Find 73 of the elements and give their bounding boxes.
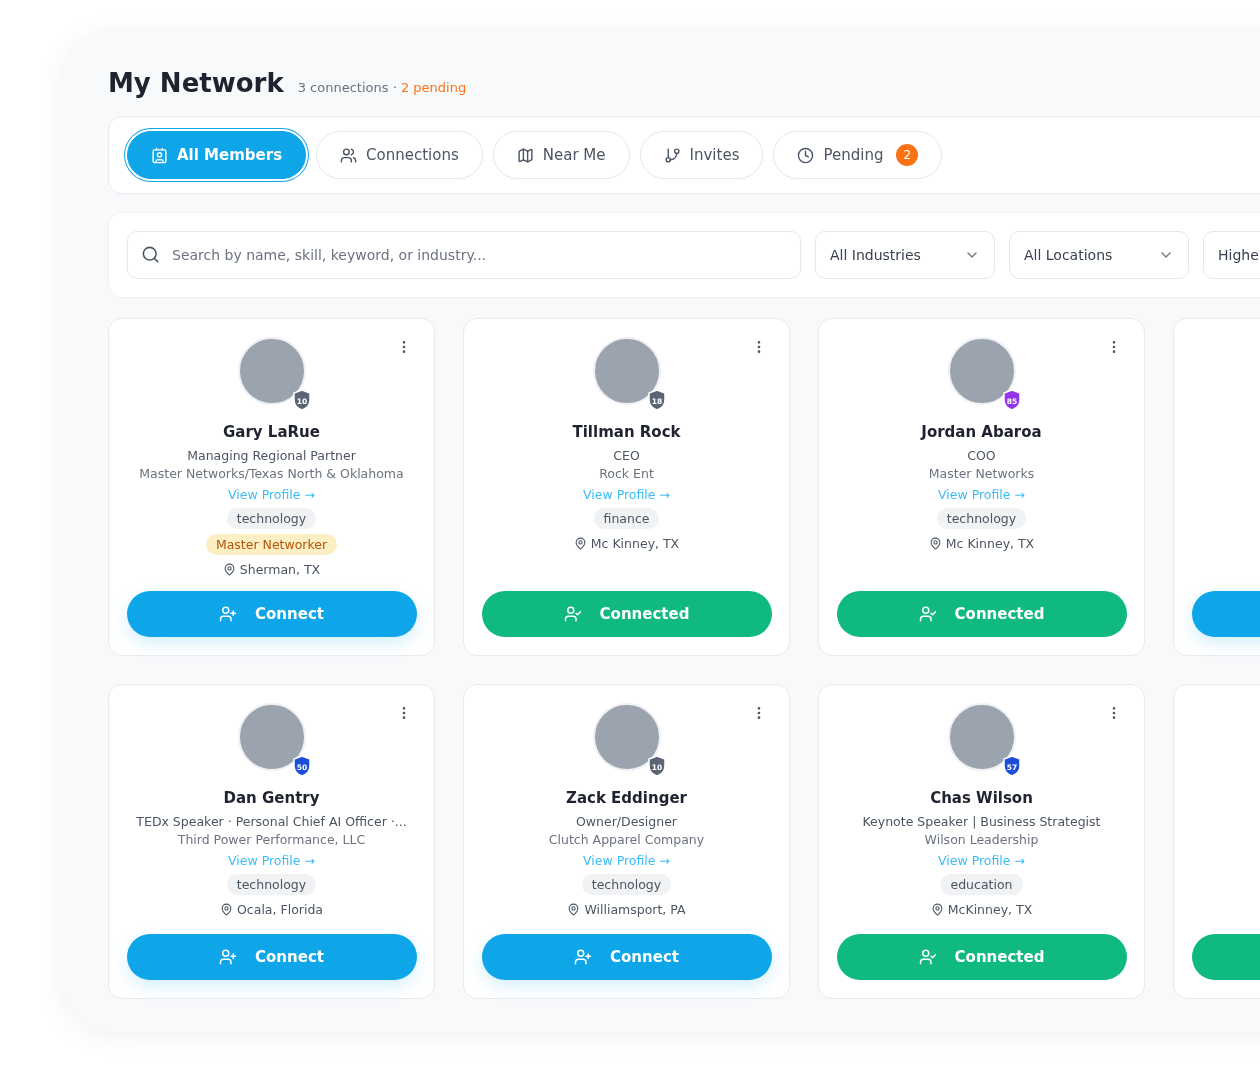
member-location: Mc Kinney, TX xyxy=(590,536,680,551)
member-name: Dan Gentry xyxy=(223,789,320,807)
member-name: Gary LaRue xyxy=(223,423,320,441)
industry-tag: technology xyxy=(581,874,672,895)
industry-tag: technology xyxy=(226,508,317,529)
industry-tag: education xyxy=(940,874,1023,895)
filter-dropdown[interactable]: All Locations xyxy=(1009,231,1189,279)
member-company: Clutch Apparel Company xyxy=(548,831,705,849)
view-profile-link[interactable]: View Profile → xyxy=(228,487,315,502)
achievement-tag: Master Networker xyxy=(205,534,338,555)
view-profile-link[interactable]: View Profile → xyxy=(583,487,670,502)
member-location: Sherman, TX xyxy=(239,562,321,577)
connect-button[interactable]: Connected xyxy=(481,591,772,637)
search-field[interactable]: Search by name, skill, keyword, or industry... xyxy=(127,231,801,279)
member-name: Chas Wilson xyxy=(930,789,1033,807)
view-profile-link[interactable]: View Profile → xyxy=(583,853,670,868)
location-pin-icon xyxy=(567,903,581,916)
user-icon xyxy=(219,948,238,966)
view-profile-link[interactable]: View Profile → xyxy=(938,487,1025,502)
clock-icon xyxy=(797,146,815,164)
member-location: Ocala, Florida xyxy=(237,902,323,917)
user-icon xyxy=(574,948,593,966)
industry-tag: technology xyxy=(226,874,317,895)
member-title: COO xyxy=(967,447,996,465)
filter-tab[interactable]: Near Me xyxy=(492,131,630,179)
member-company: Master Networks xyxy=(928,465,1035,483)
user-icon xyxy=(918,948,937,966)
branch-icon xyxy=(663,146,681,164)
location-pin-icon xyxy=(573,537,587,550)
member-location: Williamsport, PA xyxy=(584,902,686,917)
member-title: Owner/Designer xyxy=(576,813,677,831)
filter-tab[interactable]: Invites xyxy=(639,131,764,179)
member-company: Wilson Leadership xyxy=(924,831,1039,849)
member-name: Zack Eddinger xyxy=(566,789,687,807)
connect-button[interactable]: Connect xyxy=(481,934,772,980)
filter-tab[interactable]: All Members xyxy=(127,131,307,179)
connect-button[interactable]: Connected xyxy=(836,591,1127,637)
location-pin-icon xyxy=(930,903,944,916)
count-badge: 2 xyxy=(896,144,919,166)
network-summary: 3 connections · 2 pending xyxy=(297,80,467,95)
map-icon xyxy=(516,146,534,164)
contact-card-icon xyxy=(151,146,168,164)
filter-dropdown[interactable]: Highe xyxy=(1203,231,1260,279)
user-icon xyxy=(219,605,238,623)
search-icon xyxy=(141,245,160,264)
location-pin-icon xyxy=(220,903,233,916)
member-title: Managing Regional Partner xyxy=(187,447,356,465)
industry-tag: technology xyxy=(936,508,1027,529)
member-name: Tillman Rock xyxy=(572,423,681,441)
connect-button[interactable]: Connect xyxy=(126,591,417,637)
member-name: Jordan Abaroa xyxy=(921,423,1042,441)
view-profile-link[interactable]: View Profile → xyxy=(228,853,315,868)
location-pin-icon xyxy=(928,537,942,550)
member-company: Third Power Performance, LLC xyxy=(177,831,366,849)
view-profile-link[interactable]: View Profile → xyxy=(938,853,1025,868)
member-location: McKinney, TX xyxy=(947,902,1033,917)
location-pin-icon xyxy=(222,563,236,576)
connect-button[interactable]: Connect xyxy=(126,934,417,980)
member-title: TEDx Speaker · Personal Chief AI Officer ·... xyxy=(136,813,407,831)
filter-tab[interactable]: Connections xyxy=(316,131,483,179)
member-title: Keynote Speaker | Business Strategist xyxy=(862,813,1101,831)
page-title: My Network xyxy=(108,68,284,98)
user-icon xyxy=(918,605,937,623)
user-icon xyxy=(563,605,582,623)
industry-tag: finance xyxy=(593,508,660,529)
connect-button[interactable]: Connected xyxy=(836,934,1127,980)
member-location: Mc Kinney, TX xyxy=(945,536,1035,551)
member-company: Rock Ent xyxy=(599,465,654,483)
filter-tab[interactable]: Pending 2 xyxy=(773,131,943,179)
member-title: CEO xyxy=(613,447,640,465)
member-company: Master Networks/Texas North & Oklahoma xyxy=(139,465,404,483)
users-icon xyxy=(340,146,358,164)
filter-dropdown[interactable]: All Industries xyxy=(815,231,995,279)
